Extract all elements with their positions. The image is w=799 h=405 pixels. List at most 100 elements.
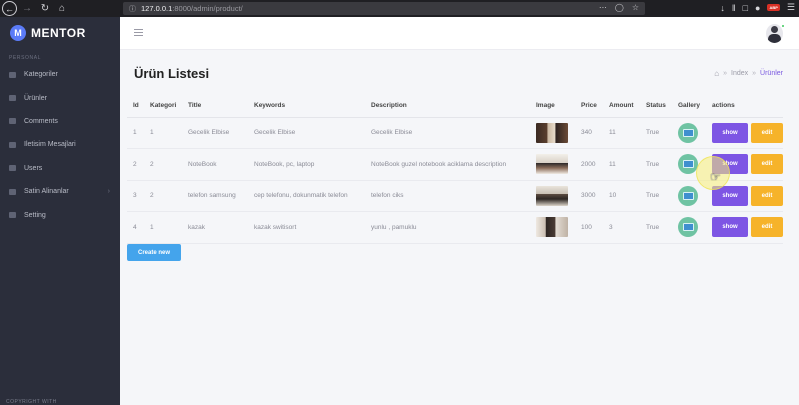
edit-button[interactable]: edit: [751, 154, 783, 175]
product-image: [536, 122, 568, 143]
sidebar-item-label: Kategoriler: [24, 71, 58, 79]
forward-arrow-icon[interactable]: →: [20, 2, 34, 16]
back-arrow-icon[interactable]: ←: [2, 1, 17, 16]
sidebar-item-kategoriler[interactable]: Kategoriler: [0, 63, 120, 86]
cell-status: True: [640, 148, 672, 181]
gallery-image-icon[interactable]: [678, 217, 698, 238]
sidebar-item-setting[interactable]: Setting: [0, 203, 120, 226]
cell-amount: 3: [603, 211, 640, 244]
page-info-icon[interactable]: ⓘ: [129, 4, 136, 14]
table-row: 2 2 NoteBook NoteBook, pc, laptop NoteBo…: [127, 148, 783, 181]
account-icon[interactable]: ●: [755, 3, 760, 13]
product-image: [536, 217, 568, 238]
extension-badge-icon[interactable]: ABP: [767, 4, 780, 11]
pocket-icon[interactable]: ◯: [615, 3, 624, 12]
cell-price: 3000: [575, 180, 603, 212]
chevron-right-icon: ›: [107, 188, 110, 196]
home-icon[interactable]: ⌂: [55, 2, 69, 16]
cell-keywords: Gecelik Elbise: [248, 117, 365, 149]
menu-item-icon: [9, 71, 16, 78]
menu-item-icon: [9, 165, 16, 172]
column-header-description: Description: [365, 95, 530, 118]
column-header-amount: Amount: [603, 95, 640, 118]
brand-logo[interactable]: M MENTOR: [0, 17, 120, 49]
sidebar-item-label: Satin Alinanlar: [24, 188, 69, 196]
downloads-icon[interactable]: ↓: [720, 3, 725, 13]
column-header-status: Status: [640, 95, 672, 118]
cell-keywords: cep telefonu, dokunmatik telefon: [248, 180, 365, 212]
cell-status: True: [640, 117, 672, 149]
home-icon[interactable]: ⌂: [714, 69, 719, 78]
column-header-title: Title: [182, 95, 248, 118]
cell-kategori: 1: [144, 117, 182, 149]
sidebar-item-users[interactable]: Users: [0, 157, 120, 180]
gallery-image-icon[interactable]: [678, 154, 698, 175]
cell-amount: 11: [603, 117, 640, 149]
cell-id: 2: [127, 148, 144, 181]
sidebar-item-label: Users: [24, 164, 43, 172]
column-header-price: Price: [575, 95, 603, 118]
sidebar-item-label: Comments: [24, 117, 58, 125]
library-icon[interactable]: ‖: [732, 3, 736, 13]
sidebar-item-label: Ürünler: [24, 94, 47, 102]
menu-item-icon: [9, 212, 16, 219]
breadcrumb-separator-icon: »: [752, 70, 757, 77]
cell-title: kazak: [182, 211, 248, 244]
sidebar: M MENTOR PERSONAL Kategoriler Ürünler Co…: [0, 17, 120, 405]
cell-price: 100: [575, 211, 603, 244]
cell-image: [530, 117, 575, 149]
address-bar[interactable]: ⓘ 127.0.0.1:8000/admin/product/ ⋯ ◯ ☆: [123, 2, 645, 15]
menu-item-icon: [9, 141, 16, 148]
column-header-actions: actions: [706, 95, 783, 118]
cell-image: [530, 211, 575, 244]
cell-id: 1: [127, 117, 144, 149]
cell-description: telefon ciks: [365, 180, 530, 212]
breadcrumb-separator-icon: »: [723, 70, 728, 77]
sidebar-section-label: PERSONAL: [9, 55, 42, 61]
cell-status: True: [640, 180, 672, 212]
edit-button[interactable]: edit: [751, 185, 783, 206]
reload-icon[interactable]: ↻: [38, 2, 52, 16]
brand-name: MENTOR: [31, 26, 86, 40]
sidebar-toggle-icon[interactable]: □: [743, 3, 748, 13]
sidebar-item-label: Setting: [24, 211, 46, 219]
menu-item-icon: [9, 118, 16, 125]
cell-description: NoteBook guzel notebook aciklama descrip…: [365, 148, 530, 181]
cell-keywords: kazak switisort: [248, 211, 365, 244]
cell-amount: 11: [603, 148, 640, 181]
show-button[interactable]: show: [712, 217, 748, 238]
sidebar-item-comments[interactable]: Comments: [0, 110, 120, 133]
bookmark-star-icon[interactable]: ☆: [632, 3, 639, 12]
cell-image: [530, 148, 575, 181]
cell-description: Gecelik Elbise: [365, 117, 530, 149]
column-header-kategori: Kategori: [144, 95, 182, 118]
edit-button[interactable]: edit: [751, 122, 783, 143]
breadcrumb-index[interactable]: Index: [731, 70, 748, 77]
page-actions-icon[interactable]: ⋯: [599, 3, 607, 12]
create-new-button[interactable]: Create new: [127, 244, 181, 261]
show-button[interactable]: show: [712, 122, 748, 143]
hamburger-menu-icon[interactable]: [134, 29, 143, 38]
gallery-image-icon[interactable]: [678, 185, 698, 206]
breadcrumb-current: Ürünler: [760, 70, 783, 77]
cell-kategori: 2: [144, 180, 182, 212]
sidebar-item-urunler[interactable]: Ürünler: [0, 86, 120, 109]
edit-button[interactable]: edit: [751, 217, 783, 238]
cell-amount: 10: [603, 180, 640, 212]
table-row: 4 1 kazak kazak switisort yunlu , pamukl…: [127, 211, 783, 244]
sidebar-item-iletisim[interactable]: Iletisim Mesajlari: [0, 133, 120, 156]
product-image: [536, 185, 568, 206]
gallery-image-icon[interactable]: [678, 122, 698, 143]
browser-toolbar: ← → ↻ ⌂ ⓘ 127.0.0.1:8000/admin/product/ …: [0, 0, 799, 17]
hand-cursor-icon: ☞: [710, 170, 721, 184]
menu-item-icon: [9, 95, 16, 102]
cell-kategori: 1: [144, 211, 182, 244]
cell-description: yunlu , pamuklu: [365, 211, 530, 244]
cell-title: telefon samsung: [182, 180, 248, 212]
main-content: Ürün Listesi ⌂ » Index » Ürünler Id Kate…: [120, 50, 799, 405]
sidebar-item-satin-alinanlar[interactable]: Satin Alinanlar ›: [0, 180, 120, 203]
menu-icon[interactable]: ☰: [787, 2, 795, 13]
product-table: Id Kategori Title Keywords Description I…: [127, 95, 783, 244]
cell-keywords: NoteBook, pc, laptop: [248, 148, 365, 181]
cell-gallery: [672, 117, 706, 149]
